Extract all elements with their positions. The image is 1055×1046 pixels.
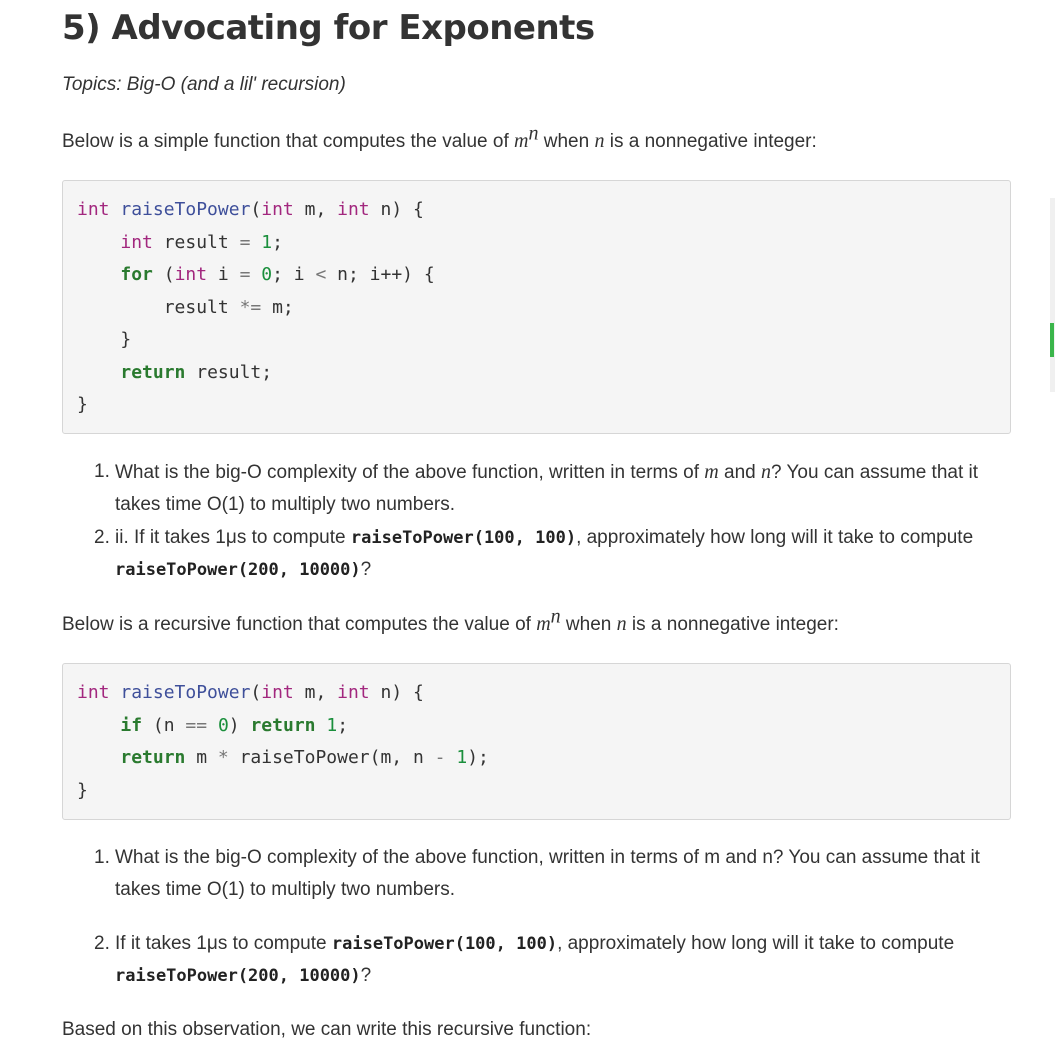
math-exponent: n [550,605,561,628]
math-base: m [536,613,551,635]
intro-paragraph-simple: Below is a simple function that computes… [62,122,817,152]
code-line: if (n == 0) return 1; [120,714,349,736]
inline-code: raiseToPower(200, 10000) [115,560,361,580]
code-line: } [120,329,132,350]
code-line: int raiseToPower(int m, int n) { [77,682,424,703]
math-exponent: n [528,122,539,145]
code-line: return result; [120,361,273,383]
inline-code: raiseToPower(100, 100) [331,934,558,954]
math-variable: n [594,130,605,152]
code-line: int raiseToPower(int m, int n) { [77,199,424,220]
code-line: return m * raiseToPower(m, n - 1); [120,747,489,768]
code-line: for (int i = 0; i < n; i++) { [120,264,435,285]
inline-code: raiseToPower(100, 100) [350,528,577,548]
code-line: result *= m; [163,296,294,318]
question-item: 2. ii. If it takes 1μs to compute raiseTo… [94,527,974,580]
intro-paragraph-recursive: Below is a recursive function that compu… [62,605,839,635]
math-base: m [514,130,529,152]
question-list-iterative: 1. What is the big-O complexity of the ab… [62,456,1011,586]
question-item: 2. If it takes 1μs to compute raiseToPowe… [94,933,955,986]
scroll-position-indicator[interactable] [1050,323,1054,357]
code-line: int result = 1; [120,231,283,253]
code-line: } [77,779,88,801]
code-block-iterative: int raiseToPower(int m, int n) { int res… [62,180,1011,434]
inline-code: raiseToPower(200, 10000) [115,966,361,986]
question-item: 1. What is the big-O complexity of the ab… [94,461,979,515]
topics-line: Topics: Big-O (and a lil' recursion) [62,74,346,95]
scrollbar-track[interactable] [1050,198,1055,392]
outro-paragraph: Based on this observation, we can write … [62,1019,592,1040]
math-variable: n [616,613,627,635]
question-item: 1. What is the big-O complexity of the ab… [94,847,980,900]
code-block-recursive: int raiseToPower(int m, int n) { if (n =… [62,663,1011,820]
code-line: } [77,394,88,415]
question-list-recursive: 1. What is the big-O complexity of the ab… [62,842,1011,992]
section-heading: 5) Advocating for Exponents [62,8,595,48]
article-content: 5) Advocating for Exponents Topics: Big-… [62,0,1011,1046]
